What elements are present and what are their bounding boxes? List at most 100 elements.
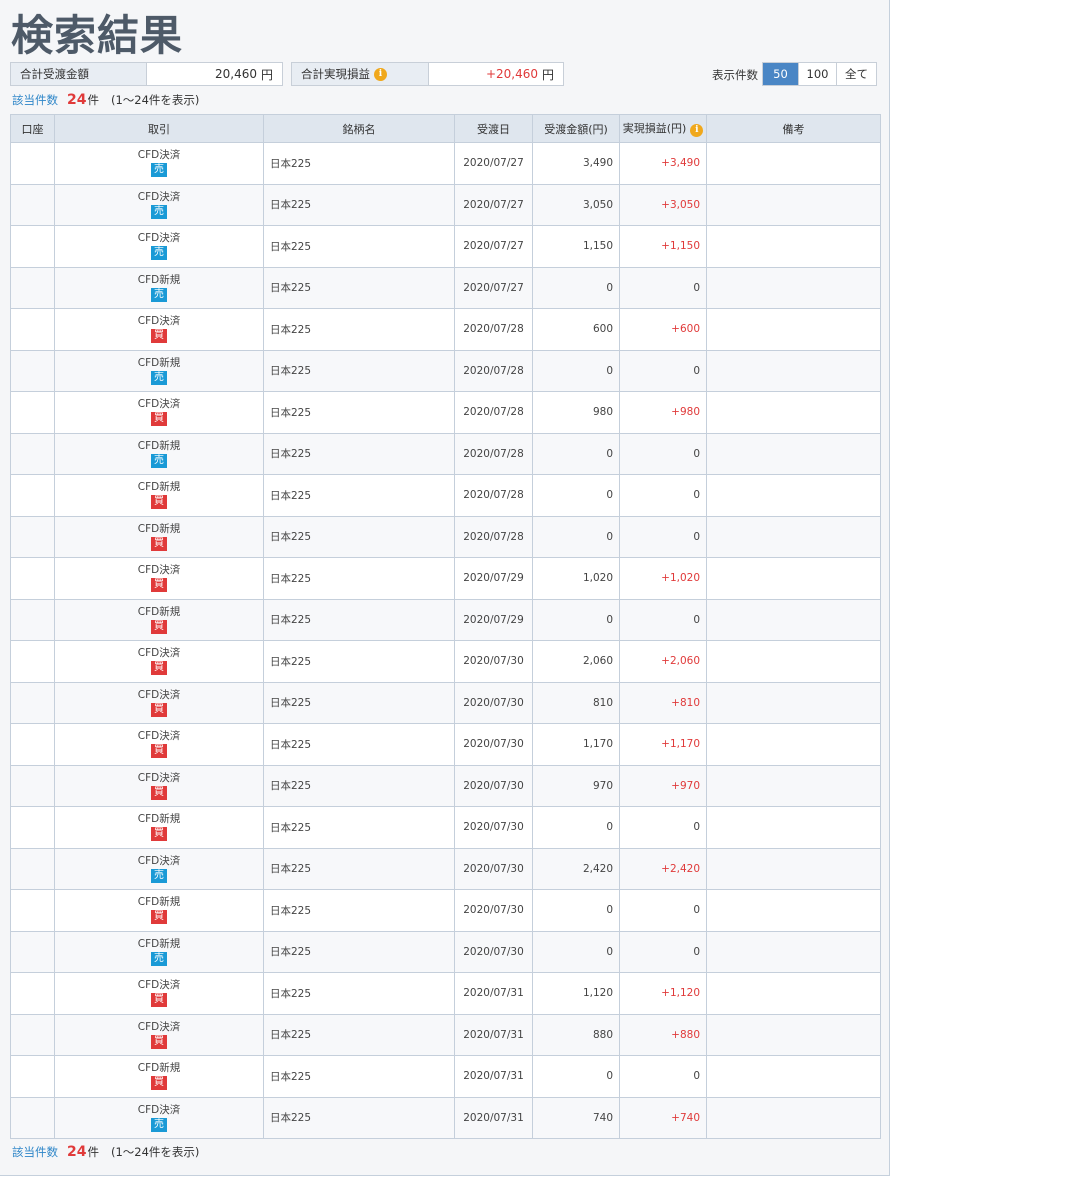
trade-type: CFD決済 bbox=[137, 1103, 181, 1116]
table-row: CFD新規売日本225 2020/07/28 0 0 bbox=[10, 349, 881, 392]
trade-type: CFD新規 bbox=[137, 605, 181, 618]
settle-date-cell: 2020/07/27 bbox=[454, 225, 533, 268]
side-badge: 買 bbox=[151, 536, 167, 551]
results-panel: 検索結果 合計受渡金額 20,460 円 合計実現損益 i +20,460 円 表示件… bbox=[0, 0, 890, 1176]
pnl-cell: +740 bbox=[619, 1096, 707, 1139]
amount-cell: 0 bbox=[532, 889, 620, 932]
amount-cell: 3,490 bbox=[532, 142, 620, 185]
notes-cell bbox=[706, 1096, 881, 1139]
amount-cell: 3,050 bbox=[532, 183, 620, 226]
trade-type: CFD決済 bbox=[137, 647, 181, 660]
side-badge: 買 bbox=[151, 993, 167, 1008]
info-icon[interactable]: i bbox=[374, 67, 387, 81]
symbol-cell: 日本225 bbox=[263, 1013, 455, 1056]
trade-cell: CFD新規買 bbox=[54, 889, 264, 932]
table-row: CFD決済買日本225 2020/07/29 1,020 +1,020 bbox=[10, 557, 881, 600]
trade-cell: CFD決済買 bbox=[54, 308, 264, 351]
settle-date-cell: 2020/07/30 bbox=[454, 723, 533, 766]
table-header-row: 口座 取引 銘柄名 受渡日 受渡金額(円) 実現損益(円) i 備考 bbox=[10, 114, 881, 143]
side-badge: 売 bbox=[151, 453, 167, 468]
account-cell bbox=[10, 972, 55, 1015]
total-settlement-value: 20,460 円 bbox=[214, 67, 273, 82]
trade-cell: CFD決済買 bbox=[54, 681, 264, 724]
trade-type: CFD決済 bbox=[137, 730, 181, 743]
notes-cell bbox=[706, 1055, 881, 1098]
amount-cell: 0 bbox=[532, 598, 620, 641]
amount-cell: 0 bbox=[532, 432, 620, 475]
pnl-cell: 0 bbox=[619, 1055, 707, 1098]
symbol-cell: 日本225 bbox=[263, 972, 455, 1015]
side-badge: 買 bbox=[151, 329, 167, 344]
page-size-100-button[interactable]: 100 bbox=[799, 63, 837, 85]
trade-type: CFD決済 bbox=[137, 398, 181, 411]
side-badge: 売 bbox=[151, 204, 167, 219]
table-row: CFD新規売日本225 2020/07/27 0 0 bbox=[10, 266, 881, 309]
settle-date-cell: 2020/07/31 bbox=[454, 972, 533, 1015]
settle-date-cell: 2020/07/28 bbox=[454, 308, 533, 351]
settle-date-cell: 2020/07/29 bbox=[454, 598, 533, 641]
amount-cell: 1,020 bbox=[532, 557, 620, 600]
table-row: CFD決済買日本225 2020/07/31 1,120 +1,120 bbox=[10, 972, 881, 1015]
symbol-cell: 日本225 bbox=[263, 1096, 455, 1139]
pnl-cell: +970 bbox=[619, 764, 707, 807]
trade-type: CFD新規 bbox=[137, 356, 181, 369]
trade-type: CFD新規 bbox=[137, 522, 181, 535]
col-header-trade: 取引 bbox=[54, 114, 264, 143]
page-size-all-button[interactable]: 全て bbox=[837, 63, 876, 85]
amount-cell: 1,170 bbox=[532, 723, 620, 766]
symbol-cell: 日本225 bbox=[263, 142, 455, 185]
symbol-cell: 日本225 bbox=[263, 930, 455, 973]
trade-cell: CFD新規買 bbox=[54, 1055, 264, 1098]
info-icon[interactable]: i bbox=[690, 124, 704, 137]
symbol-cell: 日本225 bbox=[263, 640, 455, 683]
notes-cell bbox=[706, 515, 881, 558]
trade-type: CFD新規 bbox=[137, 896, 181, 909]
pnl-cell: 0 bbox=[619, 930, 707, 973]
trade-cell: CFD決済売 bbox=[54, 183, 264, 226]
trade-type: CFD決済 bbox=[137, 190, 181, 203]
symbol-cell: 日本225 bbox=[263, 349, 455, 392]
amount-cell: 2,060 bbox=[532, 640, 620, 683]
col-header-pnl: 実現損益(円) i bbox=[619, 114, 707, 143]
account-cell bbox=[10, 1055, 55, 1098]
pnl-cell: 0 bbox=[619, 266, 707, 309]
settle-date-cell: 2020/07/30 bbox=[454, 681, 533, 724]
table-row: CFD決済売日本225 2020/07/27 3,490 +3,490 bbox=[10, 142, 881, 185]
side-badge: 買 bbox=[151, 619, 167, 634]
settle-date-cell: 2020/07/30 bbox=[454, 847, 533, 890]
account-cell bbox=[10, 266, 55, 309]
table-row: CFD決済買日本225 2020/07/28 980 +980 bbox=[10, 391, 881, 434]
settle-date-cell: 2020/07/27 bbox=[454, 266, 533, 309]
side-badge: 買 bbox=[151, 412, 167, 427]
account-cell bbox=[10, 930, 55, 973]
trade-type: CFD新規 bbox=[137, 1062, 181, 1075]
settle-date-cell: 2020/07/28 bbox=[454, 474, 533, 517]
col-header-account: 口座 bbox=[10, 114, 55, 143]
account-cell bbox=[10, 847, 55, 890]
account-cell bbox=[10, 723, 55, 766]
settle-date-cell: 2020/07/27 bbox=[454, 142, 533, 185]
page-size-selector: 50 100 全て bbox=[762, 62, 877, 86]
table-row: CFD決済買日本225 2020/07/31 880 +880 bbox=[10, 1013, 881, 1056]
page-size-50-button[interactable]: 50 bbox=[763, 63, 799, 85]
side-badge: 買 bbox=[151, 1076, 167, 1091]
col-header-amount: 受渡金額(円) bbox=[532, 114, 620, 143]
trade-type: CFD決済 bbox=[137, 771, 181, 784]
trade-cell: CFD決済売 bbox=[54, 225, 264, 268]
trade-type: CFD決済 bbox=[137, 854, 181, 867]
account-cell bbox=[10, 1096, 55, 1139]
total-pnl-label: 合計実現損益 i bbox=[292, 63, 429, 85]
account-cell bbox=[10, 349, 55, 392]
trade-cell: CFD新規売 bbox=[54, 266, 264, 309]
amount-cell: 0 bbox=[532, 930, 620, 973]
result-count-bottom: 該当件数 24 件 (1〜24件を表示) bbox=[12, 1144, 200, 1160]
total-pnl-value: +20,460 円 bbox=[485, 67, 554, 82]
table-row: CFD新規買日本225 2020/07/29 0 0 bbox=[10, 598, 881, 641]
settle-date-cell: 2020/07/28 bbox=[454, 432, 533, 475]
pnl-cell: 0 bbox=[619, 474, 707, 517]
symbol-cell: 日本225 bbox=[263, 391, 455, 434]
symbol-cell: 日本225 bbox=[263, 1055, 455, 1098]
pnl-cell: +2,060 bbox=[619, 640, 707, 683]
table-row: CFD決済買日本225 2020/07/30 970 +970 bbox=[10, 764, 881, 807]
account-cell bbox=[10, 308, 55, 351]
